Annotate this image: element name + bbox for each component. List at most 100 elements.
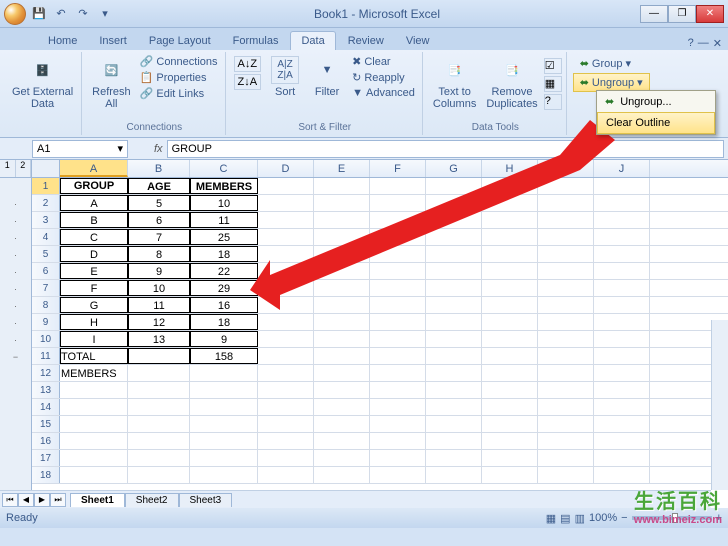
cell[interactable]: 10 <box>190 195 258 211</box>
zoom-out-button[interactable]: − <box>621 512 627 524</box>
row-header[interactable]: 18 <box>32 467 60 483</box>
cell[interactable] <box>370 331 426 347</box>
cell[interactable] <box>190 433 258 449</box>
outline-level-1[interactable]: 1 <box>0 160 16 177</box>
cell[interactable] <box>426 263 482 279</box>
group-button[interactable]: ⬌Group▾ <box>573 54 638 73</box>
cell[interactable] <box>594 433 650 449</box>
cell[interactable] <box>482 365 538 381</box>
cell[interactable] <box>370 433 426 449</box>
outline-row-mark[interactable]: · <box>0 331 31 348</box>
column-header-J[interactable]: J <box>594 160 650 177</box>
cell[interactable] <box>426 212 482 228</box>
sheet-nav-prev[interactable]: ◀ <box>18 493 34 507</box>
cell[interactable] <box>482 246 538 262</box>
cell[interactable] <box>370 467 426 483</box>
column-header-B[interactable]: B <box>128 160 190 177</box>
cell[interactable] <box>258 178 314 194</box>
cell[interactable] <box>482 195 538 211</box>
sheet-tab-1[interactable]: Sheet1 <box>70 493 125 507</box>
cell[interactable]: 7 <box>128 229 190 245</box>
cell[interactable] <box>370 365 426 381</box>
advanced-filter-button[interactable]: ▼Advanced <box>349 86 418 100</box>
column-header-H[interactable]: H <box>482 160 538 177</box>
cell[interactable] <box>314 416 370 432</box>
doc-close-icon[interactable]: ✕ <box>713 37 722 50</box>
cell[interactable]: C <box>60 229 128 245</box>
redo-icon[interactable]: ↷ <box>74 5 92 23</box>
cell[interactable] <box>314 382 370 398</box>
filter-button[interactable]: ▼ Filter <box>307 54 347 100</box>
cell[interactable] <box>190 450 258 466</box>
cell[interactable] <box>258 399 314 415</box>
view-normal-icon[interactable]: ▦ <box>546 512 556 525</box>
name-box[interactable]: A1▾ <box>32 140 128 158</box>
cell[interactable] <box>538 416 594 432</box>
cell[interactable] <box>426 348 482 364</box>
cell[interactable] <box>370 178 426 194</box>
outline-row-mark[interactable]: · <box>0 195 31 212</box>
cell[interactable] <box>426 314 482 330</box>
cell[interactable] <box>426 229 482 245</box>
row-header[interactable]: 11 <box>32 348 60 364</box>
cell[interactable] <box>258 365 314 381</box>
cell[interactable] <box>482 348 538 364</box>
cell[interactable] <box>370 195 426 211</box>
row-header[interactable]: 6 <box>32 263 60 279</box>
outline-row-mark[interactable] <box>0 416 31 433</box>
row-header[interactable]: 13 <box>32 382 60 398</box>
cell[interactable] <box>128 348 190 364</box>
help-icon[interactable]: ? <box>688 37 694 50</box>
cell[interactable]: H <box>60 314 128 330</box>
column-header-C[interactable]: C <box>190 160 258 177</box>
cell[interactable]: D <box>60 246 128 262</box>
row-header[interactable]: 14 <box>32 399 60 415</box>
cell[interactable] <box>426 246 482 262</box>
cell[interactable]: 25 <box>190 229 258 245</box>
cell[interactable] <box>594 229 650 245</box>
cell[interactable] <box>482 450 538 466</box>
cell[interactable] <box>426 195 482 211</box>
cell[interactable] <box>538 331 594 347</box>
cell[interactable] <box>258 331 314 347</box>
consolidate-button[interactable]: ▦ <box>544 76 562 92</box>
cell[interactable] <box>370 450 426 466</box>
cell[interactable] <box>482 331 538 347</box>
cell[interactable] <box>538 467 594 483</box>
outline-row-mark[interactable]: · <box>0 314 31 331</box>
cell[interactable] <box>60 365 128 381</box>
cell[interactable] <box>538 229 594 245</box>
tab-page-layout[interactable]: Page Layout <box>139 32 221 50</box>
ungroup-menu-item[interactable]: ⬌Ungroup... <box>597 91 715 112</box>
cell[interactable]: 13 <box>128 331 190 347</box>
cell[interactable]: AGE <box>128 178 190 194</box>
cell[interactable] <box>482 433 538 449</box>
row-header[interactable]: 2 <box>32 195 60 211</box>
cell[interactable] <box>594 399 650 415</box>
cell[interactable]: F <box>60 280 128 296</box>
cell[interactable] <box>314 467 370 483</box>
cell[interactable] <box>538 450 594 466</box>
cell[interactable]: E <box>60 263 128 279</box>
cell[interactable] <box>128 433 190 449</box>
column-header-D[interactable]: D <box>258 160 314 177</box>
cell[interactable] <box>538 280 594 296</box>
outline-row-mark[interactable] <box>0 365 31 382</box>
cell[interactable] <box>370 348 426 364</box>
cell[interactable] <box>190 416 258 432</box>
cell[interactable] <box>594 178 650 194</box>
row-header[interactable]: 1 <box>32 178 60 194</box>
cell[interactable] <box>538 263 594 279</box>
cell[interactable] <box>370 280 426 296</box>
outline-row-mark[interactable] <box>0 433 31 450</box>
outline-row-mark[interactable]: · <box>0 212 31 229</box>
cell[interactable] <box>426 331 482 347</box>
cell[interactable]: 10 <box>128 280 190 296</box>
row-header[interactable]: 16 <box>32 433 60 449</box>
cell[interactable] <box>60 467 128 483</box>
cell[interactable] <box>482 297 538 313</box>
cell[interactable]: 12 <box>128 314 190 330</box>
cell[interactable] <box>538 195 594 211</box>
outline-row-mark[interactable] <box>0 399 31 416</box>
cell[interactable] <box>370 399 426 415</box>
